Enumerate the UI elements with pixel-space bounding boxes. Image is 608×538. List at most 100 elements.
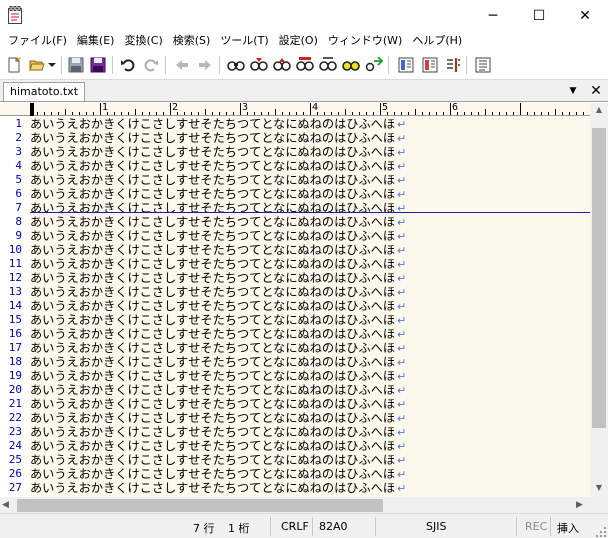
line-number-gutter[interactable]: 1 2 3 4 5 6 7 8 9 10 11 12 13 14 15 16 17 18 19 20 21 22 23 24 2… [0, 117, 30, 497]
replace-icon[interactable] [318, 55, 338, 75]
tab-close-button[interactable]: ✕ [588, 82, 604, 100]
text-area[interactable]: あいうえおかきくけこさしすせそたちつてとなにぬねのはひふへほ ↵ あいうえおかきくけ… [30, 117, 590, 497]
text-line[interactable]: あいうえおかきくけこさしすせそたちつてとなにぬねのはひふへほ ↵ [30, 257, 406, 271]
text-line[interactable]: あいうえおかきくけこさしすせそたちつてとなにぬねのはひふへほ ↵ [30, 117, 406, 131]
menu-file[interactable]: ファイル(F) [3, 31, 72, 51]
jump-back-icon[interactable] [172, 55, 192, 75]
status-rec[interactable]: REC [525, 520, 547, 533]
mark-clear-icon[interactable] [341, 55, 361, 75]
status-eol[interactable]: CRLF [281, 520, 309, 533]
ruler-tick [191, 112, 192, 115]
scroll-down-arrow-icon[interactable]: ▼ [590, 483, 608, 497]
maximize-button[interactable]: ☐ [516, 0, 562, 31]
text-line[interactable]: あいうえおかきくけこさしすせそたちつてとなにぬねのはひふへほ ↵ [30, 439, 406, 453]
save-all-icon[interactable] [88, 55, 108, 75]
text-line[interactable]: あいうえおかきくけこさしすせそたちつてとなにぬねのはひふへほ ↵ [30, 285, 406, 299]
eol-mark-icon: ↵ [397, 482, 407, 495]
text-line[interactable]: あいうえおかきくけこさしすせそたちつてとなにぬねのはひふへほ ↵ [30, 411, 406, 425]
scroll-up-arrow-icon[interactable]: ▲ [590, 105, 608, 119]
status-encoding[interactable]: SJIS [426, 520, 446, 533]
text-line[interactable]: あいうえおかきくけこさしすせそたちつてとなにぬねのはひふへほ ↵ [30, 383, 406, 397]
text-line[interactable]: あいうえおかきくけこさしすせそたちつてとなにぬねのはひふへほ ↵ [30, 243, 406, 257]
text-line[interactable]: あいうえおかきくけこさしすせそたちつてとなにぬねのはひふへほ ↵ [30, 355, 406, 369]
menu-search[interactable]: 検索(S) [168, 31, 216, 51]
settings-list-icon[interactable] [473, 55, 493, 75]
text-line[interactable]: あいうえおかきくけこさしすせそたちつてとなにぬねのはひふへほ ↵ [30, 229, 406, 243]
horizontal-scroll-thumb[interactable] [17, 499, 383, 512]
status-row[interactable]: 7 行 [193, 520, 215, 536]
search-prev-icon[interactable] [249, 55, 269, 75]
tab-bar: himatoto.txt ▼ ✕ [0, 79, 608, 102]
status-insert-mode[interactable]: 挿入 [557, 520, 579, 536]
menu-help[interactable]: ヘルプ(H) [407, 31, 467, 51]
jump-forward-icon[interactable] [195, 55, 215, 75]
text-line[interactable]: あいうえおかきくけこさしすせそたちつてとなにぬねのはひふへほ ↵ [30, 467, 406, 481]
text-line[interactable]: あいうえおかきくけこさしすせそたちつてとなにぬねのはひふへほ ↵ [30, 145, 406, 159]
text-line[interactable]: あいうえおかきくけこさしすせそたちつてとなにぬねのはひふへほ ↵ [30, 187, 406, 201]
resize-grip-icon[interactable] [596, 527, 606, 537]
text-line[interactable]: あいうえおかきくけこさしすせそたちつてとなにぬねのはひふへほ ↵ [30, 131, 406, 145]
menu-edit[interactable]: 編集(E) [72, 31, 120, 51]
text-line[interactable]: あいうえおかきくけこさしすせそたちつてとなにぬねのはひふへほ ↵ [30, 481, 406, 495]
new-file-icon[interactable] [4, 55, 24, 75]
ruler-tick [401, 112, 402, 115]
grep-icon[interactable] [364, 55, 384, 75]
menu-tools[interactable]: ツール(T) [215, 31, 273, 51]
ruler-label: 4 [312, 102, 319, 113]
line-number: 20 [8, 383, 22, 396]
search-next-icon[interactable] [272, 55, 292, 75]
ruler-tick [184, 112, 185, 115]
toolbar-separator [61, 56, 62, 74]
tab-list-dropdown-button[interactable]: ▼ [566, 83, 580, 99]
text-line[interactable]: あいうえおかきくけこさしすせそたちつてとなにぬねのはひふへほ ↵ [30, 271, 406, 285]
text-line[interactable]: あいうえおかきくけこさしすせそたちつてとなにぬねのはひふへほ ↵ [30, 341, 406, 355]
text-line[interactable]: あいうえおかきくけこさしすせそたちつてとなにぬねのはひふへほ ↵ [30, 173, 406, 187]
open-file-icon[interactable] [27, 55, 47, 75]
scroll-right-arrow-icon[interactable]: ▶ [576, 498, 588, 512]
status-char-code[interactable]: 82A0 [319, 520, 348, 533]
save-icon[interactable] [66, 55, 86, 75]
app-icon[interactable] [8, 6, 22, 24]
close-window-button[interactable]: ✕ [562, 0, 608, 31]
text-line[interactable]: あいうえおかきくけこさしすせそたちつてとなにぬねのはひふへほ ↵ [30, 299, 406, 313]
dropdown-arrow-icon[interactable] [46, 55, 58, 75]
menu-window[interactable]: ウィンドウ(W) [323, 31, 407, 51]
scroll-left-arrow-icon[interactable]: ◀ [2, 498, 14, 512]
redo-icon[interactable] [141, 55, 161, 75]
line-content: あいうえおかきくけこさしすせそたちつてとなにぬねのはひふへほ [30, 117, 396, 131]
ruler-tick [170, 103, 171, 115]
tab-himatoto-txt[interactable]: himatoto.txt [3, 82, 86, 102]
text-line[interactable]: あいうえおかきくけこさしすせそたちつてとなにぬねのはひふへほ ↵ [30, 425, 406, 439]
text-line[interactable]: あいうえおかきくけこさしすせそたちつてとなにぬねのはひふへほ ↵ [30, 215, 406, 229]
text-line[interactable]: あいうえおかきくけこさしすせそたちつてとなにぬねのはひふへほ ↵ [30, 327, 406, 341]
text-line[interactable]: あいうえおかきくけこさしすせそたちつてとなにぬねのはひふへほ ↵ [30, 397, 406, 411]
menu-convert[interactable]: 変換(C) [119, 31, 167, 51]
line-number: 16 [8, 327, 22, 340]
text-line[interactable]: あいうえおかきくけこさしすせそたちつてとなにぬねのはひふへほ ↵ [30, 369, 406, 383]
vertical-scrollbar[interactable]: ▲ ▼ [590, 103, 608, 497]
line-number: 3 [15, 145, 22, 158]
search-highlight-icon[interactable] [295, 55, 315, 75]
menu-settings[interactable]: 設定(O) [274, 31, 323, 51]
compare-icon[interactable] [443, 55, 463, 75]
ruler-tick [114, 112, 115, 115]
toggle-view-icon[interactable] [420, 55, 440, 75]
ruler-tick [408, 112, 409, 115]
text-line[interactable]: あいうえおかきくけこさしすせそたちつてとなにぬねのはひふへほ ↵ [30, 159, 406, 173]
line-content: あいうえおかきくけこさしすせそたちつてとなにぬねのはひふへほ [30, 271, 396, 285]
text-line[interactable]: あいうえおかきくけこさしすせそたちつてとなにぬねのはひふへほ ↵ [30, 453, 406, 467]
ruler-tick [471, 112, 472, 115]
status-column[interactable]: 1 桁 [228, 520, 250, 536]
line-content: あいうえおかきくけこさしすせそたちつてとなにぬねのはひふへほ [30, 327, 396, 341]
line-content: あいうえおかきくけこさしすせそたちつてとなにぬねのはひふへほ [30, 299, 396, 313]
column-ruler[interactable]: 1 2 3 4 5 6 [30, 102, 590, 116]
undo-icon[interactable] [118, 55, 138, 75]
eol-mark-icon: ↵ [397, 468, 407, 481]
text-line[interactable]: あいうえおかきくけこさしすせそたちつてとなにぬねのはひふへほ ↵ [30, 313, 406, 327]
minimize-button[interactable]: ─ [470, 0, 516, 31]
outline-icon[interactable] [396, 55, 416, 75]
horizontal-scrollbar[interactable]: ◀ ▶ [0, 497, 590, 514]
vertical-scroll-thumb[interactable] [592, 128, 606, 428]
search-icon[interactable] [226, 55, 246, 75]
line-number: 12 [8, 271, 22, 284]
